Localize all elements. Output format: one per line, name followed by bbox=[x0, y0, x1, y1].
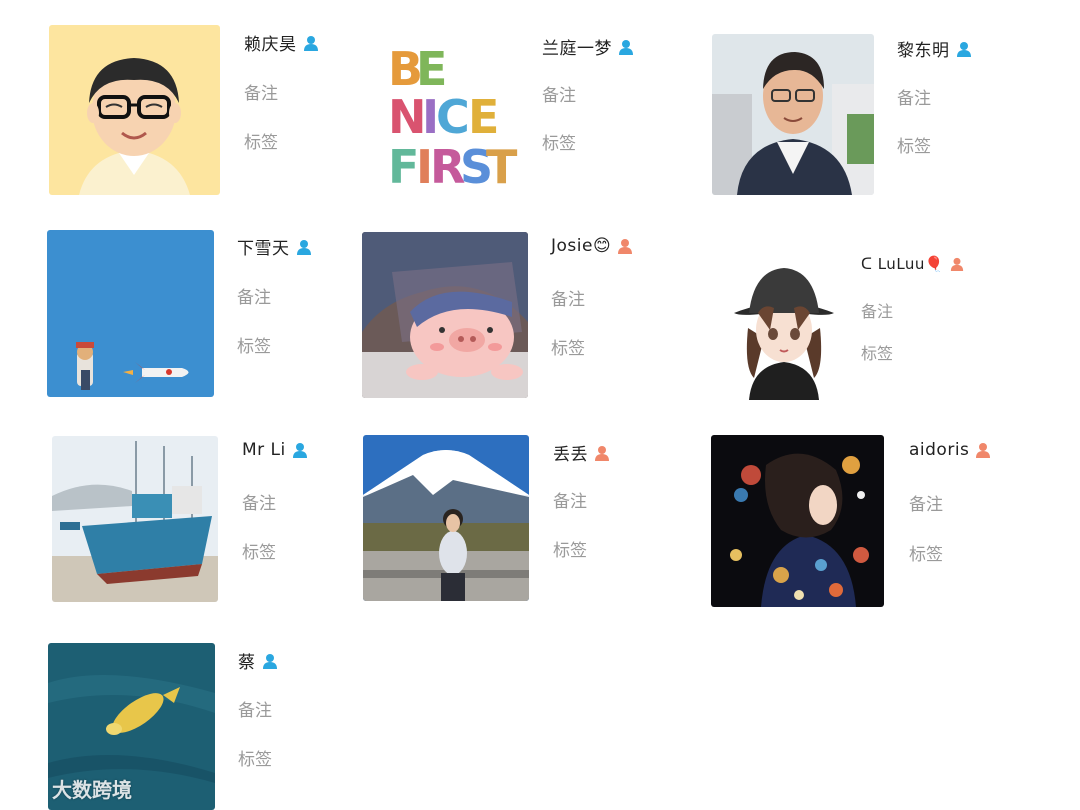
female-icon bbox=[950, 257, 964, 271]
tag-field[interactable]: 标签 bbox=[244, 128, 278, 153]
note-field[interactable]: 备注 bbox=[909, 490, 943, 515]
avatar[interactable]: B E N I C E F I R S T bbox=[370, 25, 520, 195]
male-icon bbox=[303, 35, 319, 51]
female-icon bbox=[975, 442, 991, 458]
avatar[interactable] bbox=[362, 232, 528, 398]
contact-name: 赖庆昊 bbox=[244, 35, 297, 55]
tag-field[interactable]: 标签 bbox=[909, 540, 943, 565]
male-icon bbox=[296, 239, 312, 255]
contact-name: ᑕ LuLuu🎈 bbox=[861, 255, 945, 273]
note-field[interactable]: 备注 bbox=[238, 696, 272, 721]
avatar[interactable] bbox=[711, 435, 884, 607]
male-icon bbox=[262, 653, 278, 669]
contact-name: Mr Li bbox=[242, 440, 286, 460]
male-icon bbox=[956, 41, 972, 57]
contact-name: 蔡 bbox=[238, 653, 256, 673]
note-field[interactable]: 备注 bbox=[861, 298, 893, 322]
svg-text:F: F bbox=[388, 140, 419, 194]
svg-text:E: E bbox=[416, 42, 447, 96]
note-field[interactable]: 备注 bbox=[551, 285, 585, 310]
note-field[interactable]: 备注 bbox=[897, 84, 931, 109]
svg-text:T: T bbox=[486, 140, 518, 194]
female-icon bbox=[594, 445, 610, 461]
avatar[interactable] bbox=[49, 25, 220, 195]
watermark-text: 大数跨境 bbox=[52, 778, 132, 802]
note-field[interactable]: 备注 bbox=[242, 489, 276, 514]
tag-field[interactable]: 标签 bbox=[238, 745, 272, 770]
tag-field[interactable]: 标签 bbox=[553, 536, 587, 561]
note-field[interactable]: 备注 bbox=[237, 283, 271, 308]
avatar[interactable] bbox=[724, 258, 844, 400]
tag-field[interactable]: 标签 bbox=[551, 334, 585, 359]
tag-field[interactable]: 标签 bbox=[242, 538, 276, 563]
female-icon bbox=[617, 238, 633, 254]
watermark: 大数跨境 bbox=[6, 774, 132, 803]
contact-name: aidoris bbox=[909, 440, 970, 460]
contact-name: 下雪天 bbox=[237, 239, 290, 259]
contact-name: 兰庭一梦 bbox=[542, 39, 612, 59]
note-field[interactable]: 备注 bbox=[542, 81, 576, 106]
tag-field[interactable]: 标签 bbox=[237, 332, 271, 357]
contact-name: 黎东明 bbox=[897, 41, 950, 61]
avatar[interactable] bbox=[52, 436, 218, 602]
avatar[interactable] bbox=[47, 230, 214, 397]
dashu-logo-icon bbox=[6, 775, 48, 803]
tag-field[interactable]: 标签 bbox=[897, 132, 931, 157]
contact-name: Josie😊 bbox=[551, 236, 612, 256]
note-field[interactable]: 备注 bbox=[553, 487, 587, 512]
avatar[interactable] bbox=[363, 435, 529, 601]
svg-text:N: N bbox=[388, 90, 427, 144]
note-field[interactable]: 备注 bbox=[244, 79, 278, 104]
tag-field[interactable]: 标签 bbox=[861, 340, 893, 364]
tag-field[interactable]: 标签 bbox=[542, 129, 576, 154]
contact-name: 丢丢 bbox=[553, 445, 588, 465]
avatar[interactable] bbox=[712, 34, 874, 195]
svg-text:E: E bbox=[468, 90, 499, 144]
male-icon bbox=[292, 442, 308, 458]
male-icon bbox=[618, 39, 634, 55]
svg-text:C: C bbox=[436, 90, 470, 144]
contact-grid-page: 赖庆昊 备注 标签 B E N I C E F I R S T 兰庭一梦 备注 … bbox=[0, 0, 1080, 810]
